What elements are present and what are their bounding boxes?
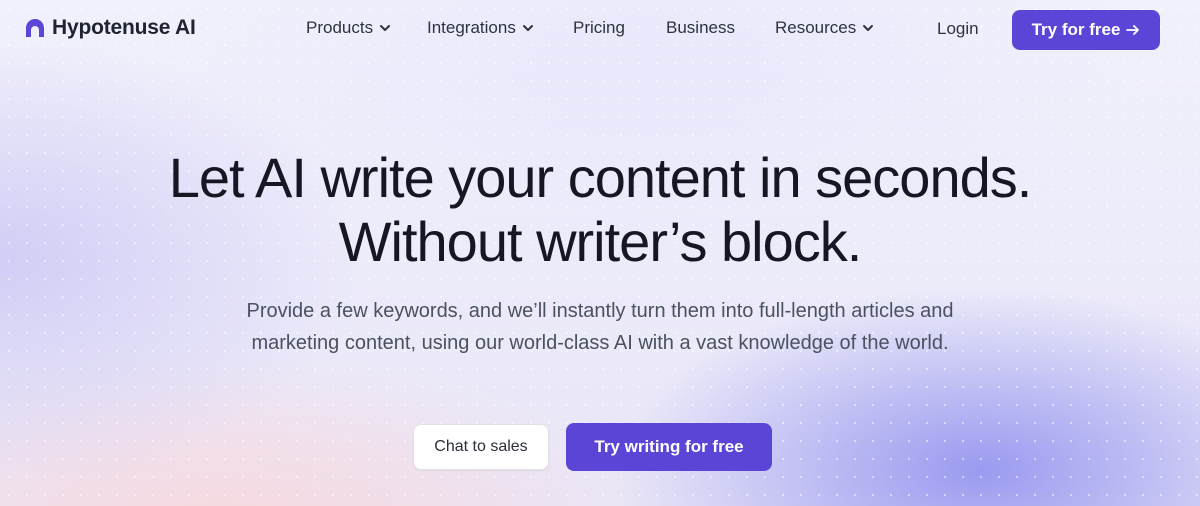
nav-item-products[interactable]: Products bbox=[306, 18, 391, 38]
nav-item-label: Products bbox=[306, 18, 374, 37]
logo-text: Hypotenuse AI bbox=[52, 16, 196, 39]
hero-title: Let AI write your content in seconds. Wi… bbox=[0, 146, 1200, 274]
try-for-free-label: Try for free bbox=[1031, 20, 1121, 39]
hero-subtitle: Provide a few keywords, and we’ll instan… bbox=[0, 295, 1200, 359]
try-for-free-button[interactable]: Try for free bbox=[1012, 10, 1160, 50]
nav-item-resources[interactable]: Resources bbox=[775, 18, 874, 38]
top-navigation: Hypotenuse AI Products Integrations Pric… bbox=[0, 0, 1200, 60]
logo[interactable]: Hypotenuse AI bbox=[24, 16, 196, 40]
hero-subtitle-line-2: marketing content, using our world-class… bbox=[251, 332, 949, 354]
nav-item-label: Integrations bbox=[427, 18, 516, 37]
nav-item-pricing[interactable]: Pricing bbox=[573, 18, 625, 38]
nav-item-label: Business bbox=[666, 18, 735, 37]
arrow-right-icon bbox=[1126, 25, 1140, 35]
chevron-down-icon bbox=[863, 25, 874, 31]
try-writing-for-free-button[interactable]: Try writing for free bbox=[566, 423, 772, 471]
nav-item-integrations[interactable]: Integrations bbox=[427, 18, 534, 38]
nav-item-label: Resources bbox=[775, 18, 857, 37]
hero-title-line-2: Without writer’s block. bbox=[338, 210, 863, 273]
login-link[interactable]: Login bbox=[937, 19, 979, 39]
hero-subtitle-line-1: Provide a few keywords, and we’ll instan… bbox=[246, 300, 954, 322]
chat-to-sales-button[interactable]: Chat to sales bbox=[413, 424, 549, 470]
nav-item-business[interactable]: Business bbox=[666, 18, 735, 38]
chevron-down-icon bbox=[522, 25, 533, 31]
logo-icon bbox=[26, 19, 44, 37]
nav-item-label: Pricing bbox=[573, 18, 625, 37]
chevron-down-icon bbox=[380, 25, 391, 31]
hero-title-line-1: Let AI write your content in seconds. bbox=[168, 146, 1033, 209]
